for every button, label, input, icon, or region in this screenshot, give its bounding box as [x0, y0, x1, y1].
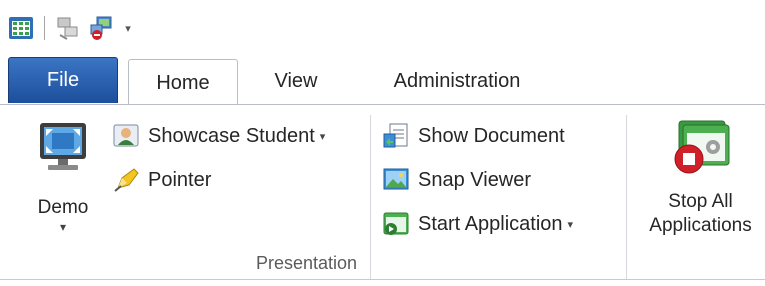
quick-access-toolbar: ▾ — [8, 10, 133, 46]
tab-file[interactable]: File — [8, 57, 118, 103]
tab-home[interactable]: Home — [128, 59, 238, 106]
start-application-label: Start Application — [418, 212, 563, 235]
stop-all-applications-button[interactable]: Stop All Applications — [636, 117, 765, 238]
ribbon-panel: Demo ▾ Showcase Student ▾ Pointer Show D… — [0, 105, 765, 286]
stop-applications-icon — [669, 117, 733, 186]
document-icon — [382, 122, 410, 150]
showcase-student-button[interactable]: Showcase Student ▾ — [112, 119, 325, 153]
snap-viewer-button[interactable]: Snap Viewer — [382, 163, 531, 197]
monitor-demo-icon — [32, 117, 94, 184]
showcase-student-caret: ▾ — [319, 130, 326, 143]
snap-viewer-label: Snap Viewer — [418, 168, 532, 191]
disconnect-computers-icon[interactable] — [89, 15, 115, 41]
pointer-label: Pointer — [148, 168, 212, 191]
stop-all-label-line1: Stop All — [668, 191, 733, 212]
tab-view[interactable]: View — [249, 57, 343, 105]
customize-toolbar-dropdown[interactable]: ▾ — [123, 15, 133, 41]
showcase-student-label: Showcase Student — [148, 124, 315, 147]
start-application-icon — [382, 210, 410, 238]
ribbon-tabs: File Home View Administration — [0, 57, 765, 106]
network-computers-icon[interactable] — [55, 15, 81, 41]
demo-label: Demo — [37, 197, 89, 218]
show-document-button[interactable]: Show Document — [382, 119, 565, 153]
group-divider — [626, 115, 627, 280]
demo-dropdown-caret: ▾ — [59, 220, 67, 234]
calendar-grid-icon[interactable] — [8, 15, 34, 41]
ribbon-bottom-border — [0, 279, 765, 280]
demo-button[interactable]: Demo ▾ — [18, 117, 108, 234]
snap-viewer-icon — [382, 166, 410, 194]
presentation-group-label: Presentation — [256, 253, 358, 273]
stop-all-label-line2: Applications — [649, 215, 752, 236]
student-showcase-icon — [112, 122, 140, 150]
tab-administration[interactable]: Administration — [362, 57, 552, 105]
highlighter-pointer-icon — [112, 166, 140, 194]
toolbar-separator — [44, 16, 45, 40]
group-divider — [370, 115, 371, 280]
start-application-caret: ▾ — [567, 218, 574, 231]
show-document-label: Show Document — [418, 124, 565, 147]
start-application-button[interactable]: Start Application ▾ — [382, 207, 573, 241]
pointer-button[interactable]: Pointer — [112, 163, 211, 197]
